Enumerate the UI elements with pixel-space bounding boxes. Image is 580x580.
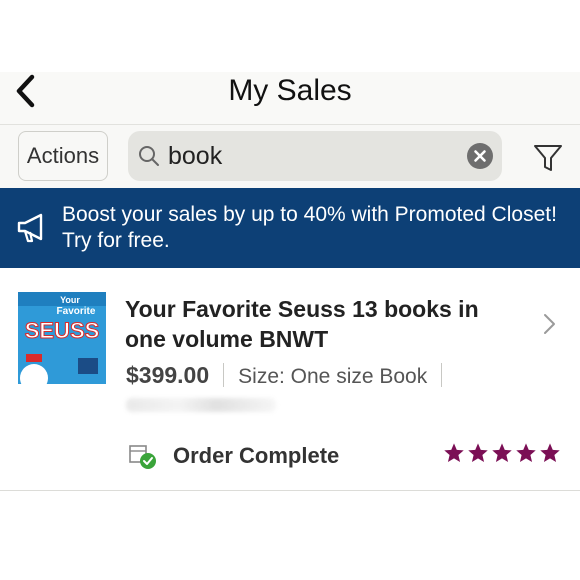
list-item[interactable]: Your Favorite SEUSS Your Favorite Seuss …	[0, 268, 580, 491]
thumb-line2: Favorite	[57, 306, 96, 317]
search-input[interactable]	[168, 137, 448, 175]
promo-banner[interactable]: Boost your sales by up to 40% with Promo…	[0, 188, 580, 268]
star-icon	[468, 443, 488, 462]
top-blank-area	[0, 0, 580, 72]
package-check-icon	[129, 445, 156, 469]
header-bar: My Sales	[0, 72, 580, 124]
star-icon	[444, 443, 464, 462]
meta-divider	[223, 363, 225, 387]
rating-stars	[443, 442, 561, 466]
star-icon	[492, 443, 512, 462]
megaphone-icon	[17, 213, 43, 243]
chevron-right-icon[interactable]	[540, 312, 558, 336]
back-button[interactable]	[8, 72, 44, 112]
bottom-blank-area	[0, 491, 580, 580]
redacted-text	[126, 398, 276, 412]
thumb-line3: SEUSS	[25, 318, 100, 343]
thumb-line1: Your	[60, 295, 80, 305]
item-meta: $399.00 Size: One size Book	[126, 362, 456, 392]
chevron-left-icon	[16, 74, 35, 108]
item-size: Size: One size Book	[238, 365, 428, 388]
order-status: Order Complete	[173, 443, 340, 468]
item-title[interactable]: Your Favorite Seuss 13 books in one volu…	[125, 294, 525, 354]
promo-text: Boost your sales by up to 40% with Promo…	[62, 203, 557, 252]
star-icon	[516, 443, 536, 462]
search-icon	[139, 146, 159, 166]
toolbar: Actions	[0, 124, 580, 189]
page-title: My Sales	[228, 74, 352, 107]
star-icon	[540, 443, 560, 462]
clear-search-button[interactable]	[467, 143, 493, 169]
close-icon	[474, 150, 486, 162]
book-thumbnail: Your Favorite SEUSS	[18, 292, 106, 384]
actions-button[interactable]: Actions	[18, 131, 108, 181]
item-price: $399.00	[126, 362, 210, 388]
filter-icon[interactable]	[532, 141, 564, 175]
meta-divider	[441, 363, 443, 387]
search-box[interactable]	[128, 131, 502, 181]
